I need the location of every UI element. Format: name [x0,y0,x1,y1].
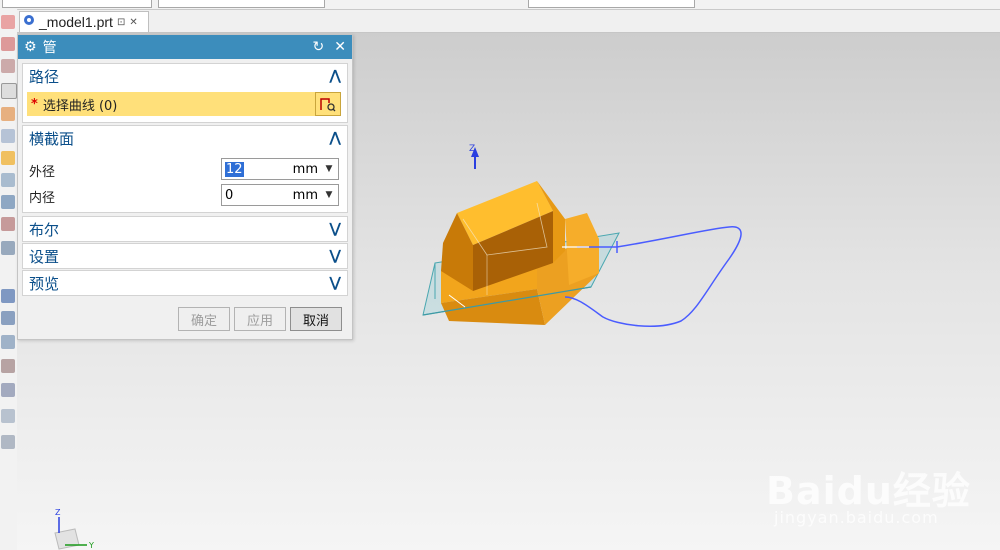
revolve-tool-icon[interactable] [1,129,15,143]
inner-diameter-unit: mm [292,187,318,203]
outer-diameter-unit: mm [292,161,318,177]
assembly-dropdown[interactable] [158,0,325,8]
tube-tool-icon[interactable] [1,409,15,423]
inner-diameter-label: 内径 [29,190,56,206]
arc-tool-icon[interactable] [1,37,15,51]
chamfer-tool-icon[interactable] [1,195,15,209]
blend-tool-icon[interactable] [1,173,15,187]
cylinder-tool-icon[interactable] [1,435,15,449]
section-preview-title: 预览 [29,274,60,293]
baidu-watermark: Baidu经验 jingyan.baidu.com [766,442,986,532]
dialog-title: 管 [42,40,57,56]
chevron-down-icon[interactable]: ▼ [320,190,338,200]
required-star-icon: * [31,96,38,112]
trim-tool-icon[interactable] [1,359,15,373]
shell-tool-icon[interactable] [1,217,15,231]
y-label-wcs: Y [88,541,94,550]
watermark-url: jingyan.baidu.com [774,508,939,527]
reset-icon[interactable]: ↻ [313,39,325,55]
tube-dialog: ⚙ 管 ↻ ✕ 路径 ⋀ * 选择曲线 (0) 横截面 ⋀ 外径 12 mm ▼… [17,34,353,340]
chevron-down-icon[interactable]: ▼ [320,164,338,174]
z-label-local: Z [469,144,475,154]
select-curve-row[interactable]: * 选择曲线 (0) [27,92,317,116]
offset-tool-icon[interactable] [1,383,15,397]
section-cross-section-header[interactable]: 横截面 ⋀ [23,126,347,150]
section-preview: 预览 ⋁ [22,270,348,296]
gear-icon[interactable]: ⚙ [24,39,37,55]
chevron-down-icon[interactable]: ⋁ [329,275,341,291]
top-toolbar-strip [0,0,1000,10]
lug-face [565,213,599,285]
section-path-title: 路径 [29,67,60,86]
left-toolbar [0,9,18,550]
section-settings: 设置 ⋁ [22,243,348,269]
watermark-brand: Baidu经验 [766,469,971,513]
sketch-tool-icon[interactable] [1,83,17,99]
line-tool-icon[interactable] [1,15,15,29]
ok-button[interactable]: 确定 [178,307,230,331]
extrude-tool-icon[interactable] [1,107,15,121]
section-settings-title: 设置 [29,247,60,266]
part-file-icon [23,14,35,30]
curve-rule-button[interactable] [315,92,341,116]
section-boolean-title: 布尔 [29,220,60,239]
sweep-tool-icon[interactable] [1,335,15,349]
section-boolean: 布尔 ⋁ [22,216,348,242]
dialog-title-bar: ⚙ 管 ↻ ✕ [18,35,352,59]
section-path: 路径 ⋀ * 选择曲线 (0) [22,63,348,123]
section-path-header[interactable]: 路径 ⋀ [23,64,347,88]
apply-button[interactable]: 应用 [234,307,286,331]
tab-label: _model1.prt [39,14,113,30]
section-preview-header[interactable]: 预览 ⋁ [23,271,347,295]
close-icon[interactable]: ✕ [129,17,137,28]
chevron-up-icon[interactable]: ⋀ [329,68,341,84]
close-dialog-icon[interactable]: ✕ [334,39,346,55]
tab-bar: _model1.prt ⊡ ✕ [17,10,1000,33]
dialog-button-row: 确定 应用 取消 [18,305,352,333]
hole-tool-icon[interactable] [1,151,15,165]
pin-icon[interactable]: ⊡ [117,17,125,28]
spline-tool-icon[interactable] [1,59,15,73]
mesh-tool-icon[interactable] [1,311,15,325]
section-boolean-header[interactable]: 布尔 ⋁ [23,217,347,241]
filter-dropdown[interactable] [2,0,152,8]
outer-diameter-value[interactable]: 12 [225,161,244,177]
select-curve-label: 选择曲线 (0) [42,98,118,114]
cancel-button[interactable]: 取消 [290,307,342,331]
chevron-down-icon[interactable]: ⋁ [329,221,341,237]
section-settings-header[interactable]: 设置 ⋁ [23,244,347,268]
outer-diameter-field[interactable]: 12 mm ▼ [221,158,339,180]
inner-diameter-value[interactable]: 0 [222,188,291,203]
curve-select-icon [320,98,336,112]
section-cross-section: 横截面 ⋀ 外径 12 mm ▼ 内径 0 mm ▼ [22,125,348,213]
z-label-wcs: Z [55,508,61,517]
chevron-down-icon[interactable]: ⋁ [329,248,341,264]
surface-tool-icon[interactable] [1,289,15,303]
inner-diameter-field[interactable]: 0 mm ▼ [221,184,339,206]
snap-dropdown[interactable] [528,0,695,8]
pattern-tool-icon[interactable] [1,241,15,255]
chevron-up-icon[interactable]: ⋀ [329,130,341,146]
section-cross-section-title: 横截面 [29,129,75,148]
outer-diameter-label: 外径 [29,164,56,180]
tab-model1[interactable]: _model1.prt ⊡ ✕ [19,11,149,32]
